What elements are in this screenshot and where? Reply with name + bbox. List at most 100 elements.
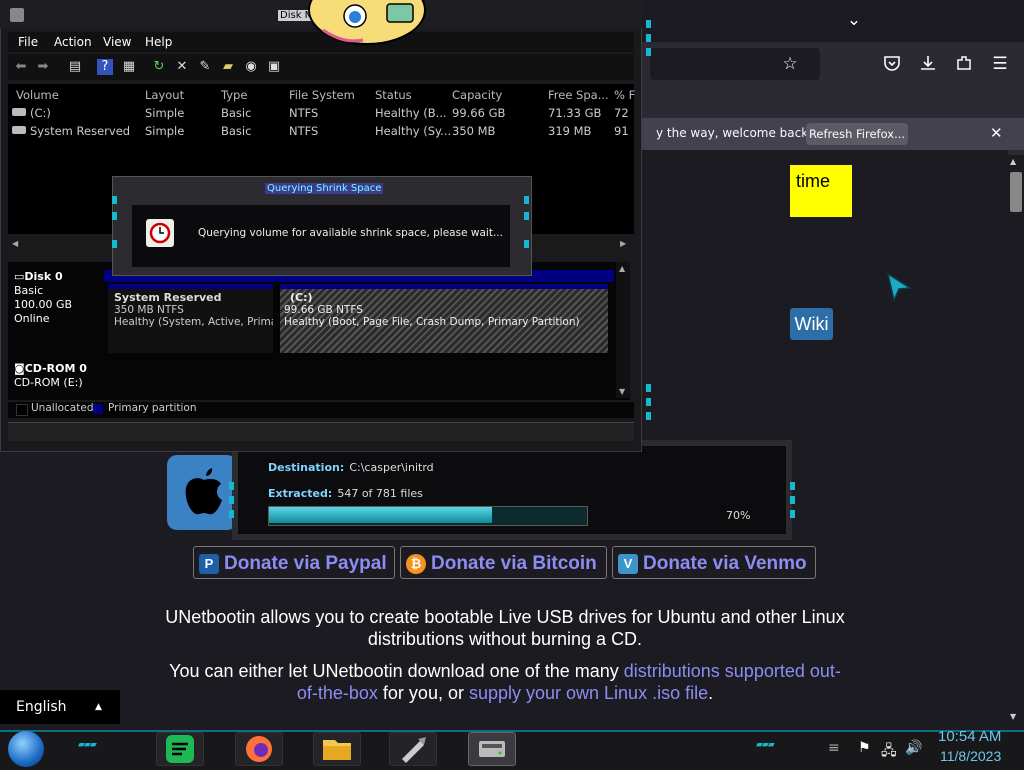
volume-icon[interactable]: 🔊 bbox=[905, 740, 922, 756]
donate-venmo-button[interactable]: V Donate via Venmo bbox=[612, 546, 816, 579]
network-icon[interactable]: 🖧 bbox=[881, 740, 897, 764]
frame-stud bbox=[112, 212, 117, 220]
clock-date[interactable]: 11/8/2023 bbox=[940, 748, 1001, 764]
frame-stud bbox=[790, 482, 795, 490]
menu-view[interactable]: View bbox=[103, 35, 131, 49]
disk0-state: Online bbox=[14, 312, 50, 325]
page-scrollbar[interactable] bbox=[1008, 155, 1024, 730]
taskbar-app[interactable] bbox=[235, 732, 283, 766]
cdrom-drive: CD-ROM (E:) bbox=[14, 376, 83, 389]
forward-arrow-icon[interactable]: ➡ bbox=[35, 59, 51, 75]
menu-help[interactable]: Help bbox=[145, 35, 172, 49]
frame-stud bbox=[524, 240, 529, 248]
progress-percent: 70% bbox=[726, 509, 751, 522]
language-select[interactable]: English bbox=[0, 690, 120, 724]
bitcoin-icon: ₿ bbox=[406, 554, 426, 574]
partition-name: (C:) bbox=[290, 291, 313, 304]
pocket-icon[interactable] bbox=[882, 54, 902, 74]
frame-stud bbox=[646, 398, 651, 406]
properties-icon[interactable]: ▤ bbox=[67, 59, 83, 75]
vertical-scrollbar[interactable] bbox=[616, 262, 630, 398]
dialog-message: Querying volume for available shrink spa… bbox=[198, 227, 503, 239]
taskbar-app[interactable] bbox=[156, 732, 204, 766]
disk-management-icon bbox=[479, 741, 505, 757]
partition-size: 350 MB NTFS bbox=[114, 304, 184, 316]
wiki-button[interactable]: Wiki bbox=[790, 308, 833, 340]
legend-primary: Primary partition bbox=[108, 402, 197, 414]
taskbar-app[interactable] bbox=[313, 732, 361, 766]
supply-iso-link[interactable]: supply your own Linux .iso file bbox=[469, 683, 708, 703]
scrollbar-thumb[interactable] bbox=[1010, 172, 1022, 212]
bookmark-star-icon[interactable]: ☆ bbox=[780, 54, 800, 74]
c-drive-partition[interactable]: (C:) 99.66 GB NTFS Healthy (Boot, Page F… bbox=[280, 284, 608, 353]
donate-venmo-label: Donate via Venmo bbox=[643, 553, 807, 574]
tray-grip-icon: ≡ bbox=[828, 740, 840, 756]
taskbar-decor: ▰▰▰ bbox=[756, 740, 775, 750]
back-arrow-icon[interactable]: ⬅ bbox=[13, 59, 29, 75]
refresh-icon[interactable]: ↻ bbox=[151, 59, 167, 75]
disk-management-app-icon bbox=[10, 8, 24, 22]
scroll-right-icon[interactable]: ▶ bbox=[620, 239, 626, 248]
table-cell: 71.33 GB bbox=[548, 106, 602, 120]
refresh-firefox-button[interactable]: Refresh Firefox... bbox=[806, 123, 908, 145]
partition-status: Healthy (Boot, Page File, Crash Dump, Pr… bbox=[284, 316, 580, 328]
clock-time[interactable]: 10:54 AM bbox=[938, 728, 1001, 745]
extensions-icon[interactable] bbox=[954, 54, 974, 74]
partition-size: 99.66 GB NTFS bbox=[284, 304, 363, 316]
delete-icon[interactable]: ✕ bbox=[174, 59, 190, 75]
search-disk-icon[interactable]: ◉ bbox=[243, 59, 259, 75]
check-icon[interactable]: ✎ bbox=[197, 59, 213, 75]
close-icon[interactable]: ✕ bbox=[990, 124, 1003, 142]
extracted-row: Extracted: 547 of 781 files bbox=[268, 482, 423, 501]
table-row[interactable]: System Reserved bbox=[30, 124, 130, 138]
column-free-space[interactable]: Free Spa... bbox=[548, 88, 609, 102]
table-row[interactable]: (C:) bbox=[30, 106, 51, 120]
cartoon-character-icon bbox=[305, 0, 435, 46]
legend-unallocated: Unallocated bbox=[31, 402, 94, 414]
unetbootin-icon bbox=[402, 737, 426, 763]
column-layout[interactable]: Layout bbox=[145, 88, 184, 102]
cdrom-label[interactable]: ◙CD-ROM 0 CD-ROM (E:) bbox=[14, 362, 102, 392]
menu-action[interactable]: Action bbox=[54, 35, 92, 49]
disk0-type: Basic bbox=[14, 284, 44, 297]
firefox-tabbar bbox=[640, 0, 1024, 42]
table-cell: 319 MB bbox=[548, 124, 592, 138]
disk0-size: 100.00 GB bbox=[14, 298, 73, 311]
table-cell: Basic bbox=[221, 106, 252, 120]
column-status[interactable]: Status bbox=[375, 88, 412, 102]
taskbar-app[interactable] bbox=[468, 732, 516, 766]
table-cell: Healthy (B... bbox=[375, 106, 447, 120]
downloads-icon[interactable] bbox=[918, 54, 938, 74]
scroll-up-icon[interactable]: ▲ bbox=[619, 264, 625, 273]
unallocated-swatch bbox=[16, 404, 28, 416]
column-volume[interactable]: Volume bbox=[16, 88, 59, 102]
caret-up-icon[interactable]: ▲ bbox=[95, 702, 102, 712]
frame-stud bbox=[646, 20, 651, 28]
frame-stud bbox=[112, 196, 117, 204]
open-folder-icon[interactable]: ▰ bbox=[220, 59, 236, 75]
scroll-down-icon[interactable]: ▼ bbox=[619, 387, 625, 396]
console-icon[interactable]: ▦ bbox=[121, 59, 137, 75]
system-reserved-partition[interactable]: System Reserved 350 MB NTFS Healthy (Sys… bbox=[108, 284, 273, 353]
dialog-title: Querying Shrink Space bbox=[265, 183, 384, 194]
table-cell: NTFS bbox=[289, 106, 319, 120]
tab-list-chevron-icon[interactable]: ⌄ bbox=[844, 10, 864, 30]
settings-icon[interactable]: ▣ bbox=[266, 59, 282, 75]
scroll-up-icon[interactable]: ▲ bbox=[1010, 157, 1016, 166]
action-center-flag-icon[interactable]: ⚑ bbox=[858, 740, 871, 756]
taskbar-app[interactable] bbox=[389, 732, 437, 766]
scroll-down-icon[interactable]: ▼ bbox=[1010, 712, 1016, 721]
menu-file[interactable]: File bbox=[18, 35, 38, 49]
donate-paypal-button[interactable]: P Donate via Paypal bbox=[193, 546, 395, 579]
donate-bitcoin-button[interactable]: ₿ Donate via Bitcoin bbox=[400, 546, 607, 579]
scroll-left-icon[interactable]: ◀ bbox=[12, 239, 18, 248]
table-cell: Simple bbox=[145, 124, 185, 138]
column-capacity[interactable]: Capacity bbox=[452, 88, 502, 102]
menu-icon[interactable]: ☰ bbox=[990, 54, 1010, 74]
start-button[interactable] bbox=[8, 731, 44, 767]
column-percent-free[interactable]: % F bbox=[614, 88, 635, 102]
help-icon[interactable]: ? bbox=[97, 59, 113, 75]
disk0-label[interactable]: ▭Disk 0 Basic 100.00 GB Online bbox=[14, 270, 102, 350]
column-type[interactable]: Type bbox=[221, 88, 247, 102]
column-file-system[interactable]: File System bbox=[289, 88, 355, 102]
